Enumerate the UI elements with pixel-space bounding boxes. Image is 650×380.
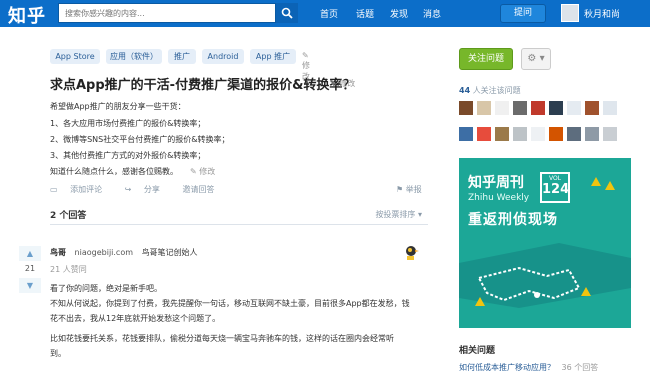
ask-question-button[interactable]: 提问 [500, 4, 546, 23]
follower-avatar[interactable] [513, 127, 527, 141]
question-body-line: 2、微博等SNS社交平台付费推广的报价&转换率； [50, 135, 230, 144]
promo-volume-badge: VOL 124 [540, 172, 570, 203]
nav-home[interactable]: 首页 [320, 7, 338, 20]
upvote-icon: ▲ [26, 249, 34, 258]
follower-avatar[interactable] [603, 101, 617, 115]
tag-app-promotion[interactable]: App 推广 [250, 49, 296, 64]
followers-label: 人关注该问题 [472, 86, 521, 95]
related-questions-title: 相关问题 [459, 346, 496, 356]
question-actions: ▭ 添加评论 ↪ 分享 邀请回答 [50, 184, 234, 195]
tag-promotion[interactable]: 推广 [168, 49, 196, 64]
related-question-text[interactable]: 如何低成本推广移动应用？ [459, 363, 555, 372]
zhihu-weekly-banner[interactable]: 知乎周刊 Zhihu Weekly VOL 124 重返刑侦现场 [459, 158, 631, 328]
follow-question-button[interactable]: 关注问题 [459, 48, 513, 70]
share-button[interactable]: ↪ 分享 [125, 185, 170, 194]
answer-body-line: 不知从何说起，你提到了付费，我先提醒你一句话，移动互联网不缺土豪，目前很多App… [50, 299, 410, 308]
invite-answer-button[interactable]: 邀请回答 [182, 185, 224, 194]
answer-body-line: 比如花钱要托关系，花钱要排队，偷税分道每天烧一辆宝马奔驰车的钱，这样的话在圈内会… [50, 334, 394, 343]
follower-avatar[interactable] [567, 101, 581, 115]
report-button[interactable]: ⚑ 举报 [396, 184, 422, 195]
nav-messages[interactable]: 消息 [423, 7, 441, 20]
search-box[interactable] [58, 3, 276, 23]
question-body-line: 1、各大应用市场付费推广的报价&转换率； [50, 119, 206, 128]
downvote-button[interactable]: ▼ [19, 278, 41, 293]
gear-icon: ⚙ [527, 53, 537, 64]
flag-icon: ⚑ [396, 185, 404, 194]
tag-app-store[interactable]: App Store [50, 49, 100, 64]
follower-avatar[interactable] [477, 127, 491, 141]
top-navigation-bar: 知乎 首页 话题 发现 消息 提问 秋月和尚 [0, 0, 650, 27]
promo-headline: 重返刑侦现场 [468, 212, 558, 228]
answer-author: 鸟哥 niaogebiji.com 鸟哥笔记创始人 [50, 247, 198, 258]
tag-app-software[interactable]: 应用（软件） [106, 49, 162, 64]
question-body-line: 希望做App推广的朋友分享一些干货： [50, 102, 186, 111]
report-label: 举报 [405, 185, 422, 194]
body-modify-label: 修改 [199, 167, 216, 176]
vote-count: 21 [24, 264, 36, 273]
author-blog[interactable]: niaogebiji.com [75, 248, 133, 257]
answers-count: 2 个回答 [50, 211, 87, 221]
user-name[interactable]: 秋月和尚 [584, 7, 620, 20]
follower-avatar[interactable] [459, 127, 473, 141]
upvote-button[interactable]: ▲ [19, 246, 41, 261]
question-body-line: 3、其他付费推广方式的对外报价&转换率； [50, 151, 206, 160]
follower-avatar[interactable] [495, 101, 509, 115]
body-modify-link[interactable]: ✎ 修改 [190, 166, 215, 177]
answer-body-line: 看了你的问题，绝对是新手吧。 [50, 284, 162, 293]
agree-count: 21 人赞同 [50, 265, 87, 274]
answer-body-line: 到。 [50, 349, 66, 358]
tag-android[interactable]: Android [202, 49, 244, 64]
follower-avatar[interactable] [567, 127, 581, 141]
chevron-down-icon: ▾ [539, 53, 545, 64]
follower-avatar[interactable] [585, 101, 599, 115]
nav-topics[interactable]: 话题 [356, 7, 374, 20]
author-name[interactable]: 鸟哥 [50, 248, 66, 257]
follower-avatar[interactable] [549, 101, 563, 115]
nav-explore[interactable]: 发现 [390, 7, 408, 20]
volume-label: VOL [548, 175, 562, 182]
follower-avatar[interactable] [531, 127, 545, 141]
share-label: 分享 [143, 185, 160, 194]
chevron-down-icon: ▾ [417, 210, 422, 219]
answers-header: 2 个回答 按投票排序 ▾ [50, 203, 428, 225]
author-avatar[interactable] [402, 244, 420, 262]
volume-number: 124 [542, 182, 570, 197]
follower-avatar[interactable] [477, 101, 491, 115]
related-question-count: 36 个回答 [561, 363, 599, 372]
add-comment-label: 添加评论 [70, 185, 103, 194]
share-icon: ↪ [124, 185, 132, 194]
followers-summary: 44 人关注该问题 [459, 85, 521, 96]
follower-avatar[interactable] [549, 127, 563, 141]
search-button[interactable] [276, 3, 298, 23]
settings-dropdown[interactable]: ⚙ ▾ [521, 48, 551, 70]
downvote-icon: ▼ [26, 281, 34, 290]
sort-label: 按投票排序 [375, 210, 416, 219]
search-icon [281, 7, 293, 19]
question-body-line: 知道什么随点什么，感谢各位赐教。 [50, 167, 178, 176]
invite-answer-label: 邀请回答 [182, 185, 215, 194]
question-title: 求点App推广的干活-付费推广渠道的报价&转换率？ [50, 78, 356, 93]
title-modify-link[interactable]: ✎ 修改 [330, 78, 355, 89]
follower-avatar[interactable] [531, 101, 545, 115]
follower-avatar[interactable] [495, 127, 509, 141]
author-bio: 鸟哥笔记创始人 [141, 248, 198, 257]
zhihu-logo[interactable]: 知乎 [8, 2, 46, 28]
followers-count[interactable]: 44 [459, 86, 470, 95]
title-modify-label: 修改 [339, 79, 356, 88]
related-question-item[interactable]: 如何低成本推广移动应用？ 36 个回答 [459, 362, 598, 373]
sort-dropdown[interactable]: 按投票排序 ▾ [375, 209, 422, 220]
answer-body-line: 花不出去，我从12年底就开始发愁这个问题了。 [50, 314, 221, 323]
vote-widget: ▲ 21 ▼ [19, 246, 41, 296]
promo-subtitle: Zhihu Weekly [468, 193, 530, 203]
comment-icon: ▭ [50, 185, 58, 194]
add-comment-button[interactable]: ▭ 添加评论 [50, 185, 112, 194]
user-avatar[interactable] [561, 4, 579, 22]
promo-title: 知乎周刊 [468, 175, 524, 191]
follower-avatar[interactable] [603, 127, 617, 141]
follower-avatar[interactable] [585, 127, 599, 141]
search-input[interactable] [59, 4, 255, 22]
follower-avatar[interactable] [459, 101, 473, 115]
follower-avatar[interactable] [513, 101, 527, 115]
